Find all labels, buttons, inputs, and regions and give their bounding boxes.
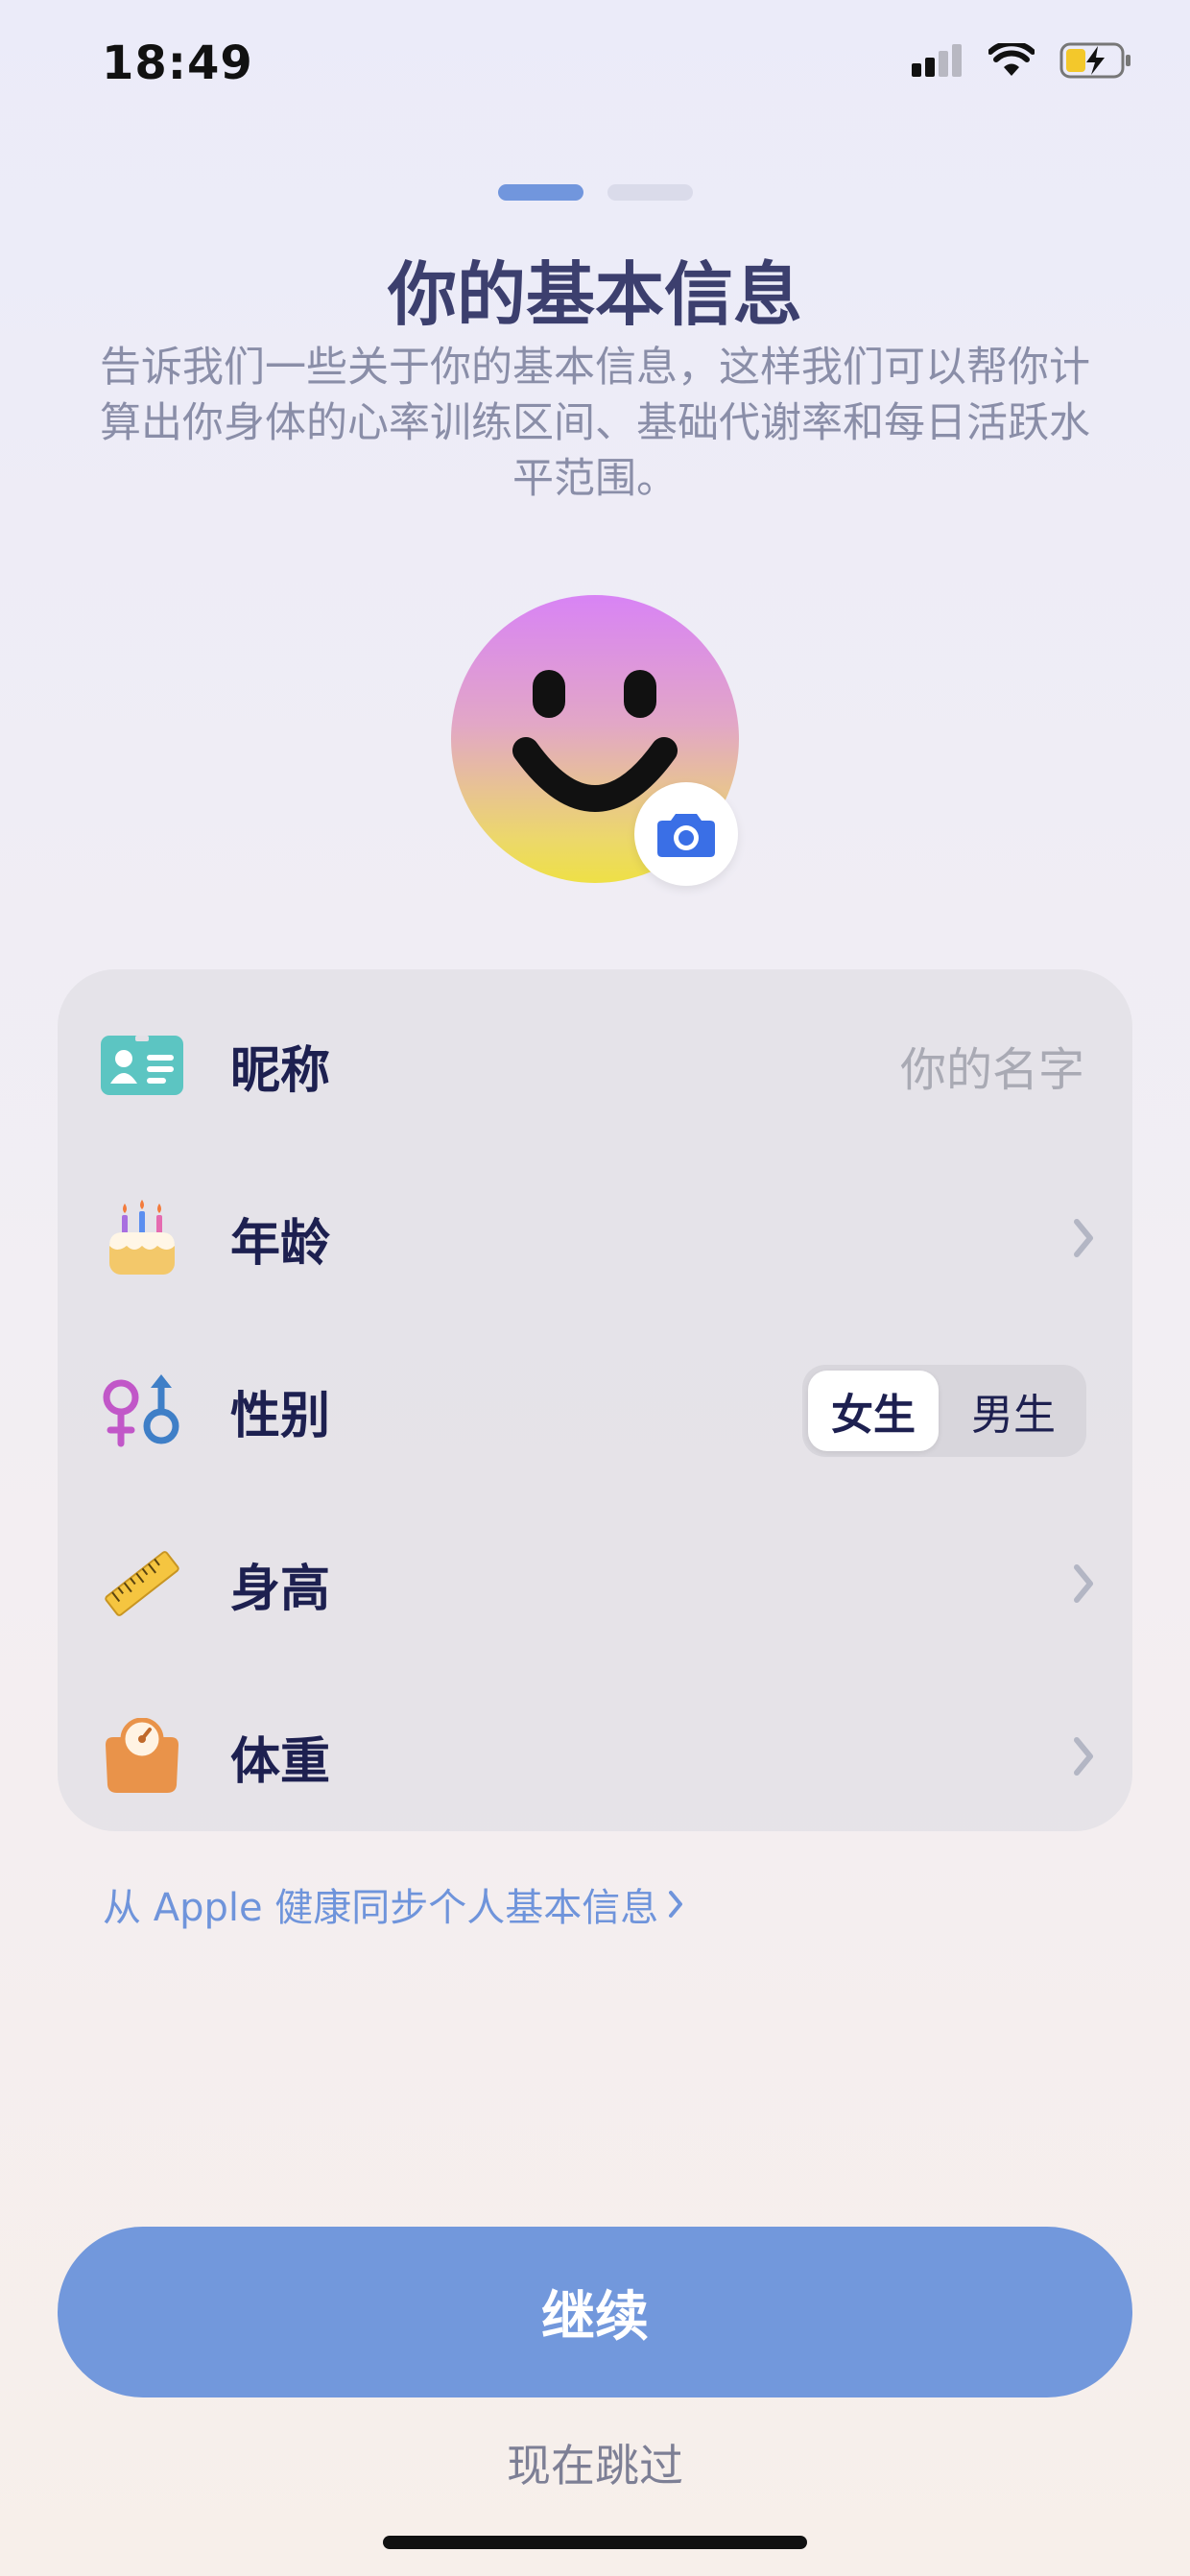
sync-link-label: 从 Apple 健康同步个人基本信息 [103,1886,659,1930]
gender-option-male[interactable]: 男生 [946,1371,1081,1451]
home-indicator [383,2536,807,2549]
height-row[interactable]: 身高 [58,1497,1132,1670]
chevron-right-icon [669,1891,683,1918]
gender-symbols-icon [100,1369,184,1453]
wifi-icon [988,43,1035,76]
weight-label: 体重 [230,1732,331,1791]
nickname-input[interactable]: 你的名字 [900,1032,1084,1099]
nickname-label: 昵称 [230,1041,331,1100]
status-icons [912,42,1132,79]
status-time: 18:49 [102,36,253,90]
age-label: 年龄 [230,1214,331,1273]
camera-icon [657,814,715,857]
page-description: 告诉我们一些关于你的基本信息，这样我们可以帮你计算出你身体的心率训练区间、基础代… [100,344,1090,503]
gender-segmented-control: 女生 男生 [802,1365,1086,1457]
ruler-icon [100,1541,184,1626]
profile-form-card: 昵称 你的名字 年龄 性别 女生 男生 身高 体重 [58,969,1132,1831]
birthday-cake-icon [100,1196,184,1280]
gender-row: 性别 女生 男生 [58,1324,1132,1497]
chevron-right-icon [1074,1564,1093,1603]
chevron-right-icon [1074,1219,1093,1257]
change-avatar-button[interactable] [634,782,738,886]
page-indicator-inactive [607,184,693,201]
battery-charging-icon [1059,42,1130,79]
id-card-icon [100,1023,184,1108]
continue-button[interactable]: 继续 [58,2227,1132,2397]
page-indicator-active [498,184,583,201]
nickname-row[interactable]: 昵称 你的名字 [58,979,1132,1152]
weight-row[interactable]: 体重 [58,1670,1132,1843]
age-row[interactable]: 年龄 [58,1152,1132,1324]
scale-icon [100,1714,184,1799]
skip-button[interactable]: 现在跳过 [0,2431,1190,2494]
gender-option-female[interactable]: 女生 [808,1371,939,1451]
apple-health-sync-link[interactable]: 从 Apple 健康同步个人基本信息 [103,1876,683,1932]
cellular-signal-icon [912,44,962,77]
gender-label: 性别 [230,1387,331,1445]
page-title: 你的基本信息 [387,254,802,335]
height-label: 身高 [230,1560,331,1618]
chevron-right-icon [1074,1737,1093,1776]
